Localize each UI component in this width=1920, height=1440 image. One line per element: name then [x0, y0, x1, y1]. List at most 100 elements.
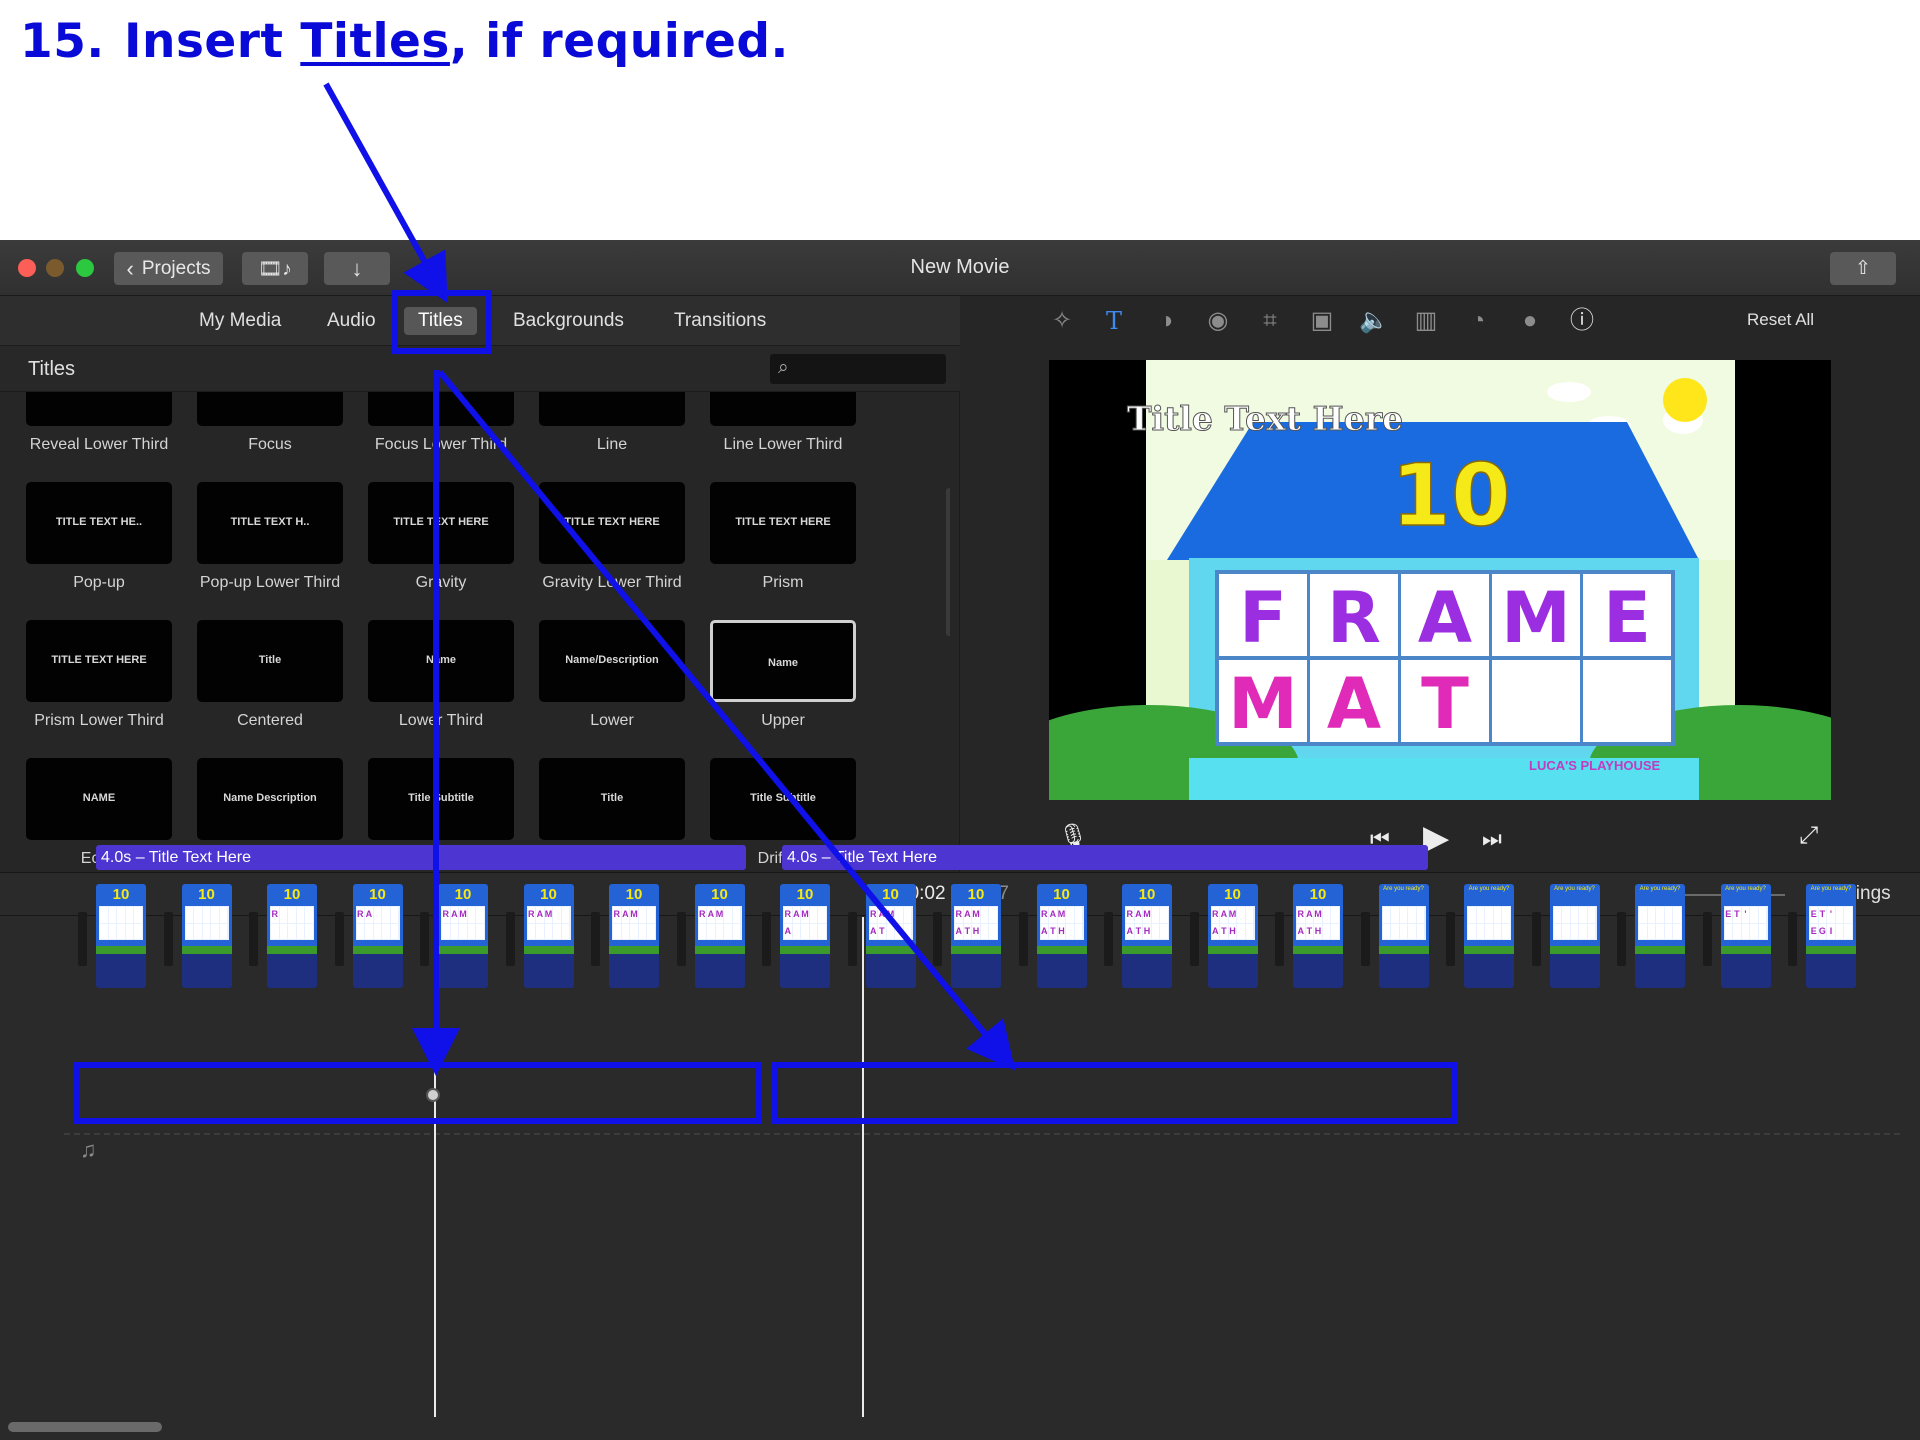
speed-icon[interactable]: ◔: [1461, 306, 1495, 336]
thumbnail-text: Name/Description: [565, 654, 659, 666]
title-style-reveal-lower-third[interactable]: Title Text Here Reveal Lower Third: [26, 392, 172, 454]
timeline-horizontal-scrollbar[interactable]: [8, 1422, 162, 1432]
video-clip[interactable]: 10 R A M: [523, 884, 574, 988]
clip-letter: M: [886, 907, 895, 923]
fullscreen-icon[interactable]: ⤢: [1799, 822, 1818, 850]
title-style-prism-lower-third[interactable]: TITLE TEXT HERE Prism Lower Third: [26, 620, 172, 730]
skip-forward-icon[interactable]: ⏭: [1482, 826, 1502, 852]
grid-scrollbar[interactable]: [946, 488, 950, 636]
clip-letter: [903, 923, 912, 939]
clip-letter: [117, 907, 125, 923]
video-clip[interactable]: Are you ready?: [1464, 884, 1514, 988]
video-clip[interactable]: 10 R A M: [694, 884, 745, 988]
clip-number: Are you ready?: [1383, 886, 1424, 892]
clip-letter: [1673, 907, 1681, 923]
clip-letter: [1382, 923, 1391, 939]
color-balance-icon[interactable]: ◑: [1149, 306, 1183, 336]
video-clip[interactable]: 10 R A M A T H: [1122, 884, 1172, 988]
video-clip[interactable]: 10: [96, 884, 146, 988]
info-icon[interactable]: ⓘ: [1565, 306, 1599, 336]
clip-letter: ': [1741, 907, 1750, 923]
video-clip[interactable]: 10: [181, 884, 232, 988]
clip-letter: H: [1314, 923, 1322, 939]
title-thumbnail: NAME: [26, 758, 172, 840]
color-correction-icon[interactable]: ◉: [1201, 306, 1235, 336]
reset-all-button[interactable]: Reset All: [1747, 310, 1814, 330]
tab-transitions[interactable]: Transitions: [674, 310, 766, 332]
clip-letter: [1835, 923, 1844, 939]
frame-letter: E: [1603, 577, 1651, 659]
search-input[interactable]: ⌕: [770, 354, 946, 384]
video-clip[interactable]: Are you ready? E T ' E G I: [1806, 884, 1856, 988]
title-style-lower-third[interactable]: Name Lower Third: [368, 620, 514, 730]
clip-letter: [1664, 907, 1673, 923]
title-style-pop-up-lower-third[interactable]: TITLE TEXT H.. Pop-up Lower Third: [197, 482, 343, 592]
thumbnail-text: TITLE TEXT H..: [230, 516, 310, 528]
title-style-label: Line: [596, 436, 628, 453]
clip-letter: R: [869, 907, 878, 923]
title-style-pop-up[interactable]: TITLE TEXT HE.. Pop-up: [26, 482, 172, 592]
video-clip[interactable]: 10 R: [267, 884, 317, 988]
title-style-gravity[interactable]: TITLE TEXT HERE Gravity: [368, 482, 514, 592]
imovie-window: ‹ Projects 🎞♪ ↓ New Movie ⇧ My Media Audi…: [0, 240, 1920, 1440]
clip-letter: [553, 907, 561, 923]
clip-letter: [1553, 907, 1562, 923]
title-style-gravity-lower-third[interactable]: TITLE TEXT HERE Gravity Lower Third: [539, 482, 685, 592]
thumbnail-text: Title: [258, 654, 282, 666]
clip-letter-grid: RAMAT: [868, 906, 913, 940]
video-clip[interactable]: 10 R A M: [438, 884, 488, 988]
title-clip-2[interactable]: 4.0s – Title Text Here: [782, 845, 1428, 870]
text-icon[interactable]: T: [1097, 306, 1131, 336]
video-clip[interactable]: 10 R A M A: [780, 884, 830, 988]
video-clip[interactable]: 10 R A M A T H: [1293, 884, 1343, 988]
tab-audio[interactable]: Audio: [327, 310, 376, 332]
playhead[interactable]: [862, 917, 864, 1417]
title-style-prism[interactable]: TITLE TEXT HERE Prism: [710, 482, 856, 592]
clip-letter: [467, 923, 476, 939]
tab-my-media[interactable]: My Media: [199, 310, 281, 332]
title-style-upper[interactable]: Name Upper: [710, 620, 856, 730]
clip-letter: [1647, 907, 1656, 923]
video-clip[interactable]: 10 R A: [352, 884, 403, 988]
title-style-line-lower-third[interactable]: TITLE TEXT HERE Line Lower Third: [710, 392, 856, 454]
clip-letter: [467, 907, 476, 923]
equalizer-icon[interactable]: ▥: [1409, 306, 1443, 336]
clip-letter: [476, 907, 484, 923]
clip-letter: [134, 923, 142, 939]
video-clip[interactable]: 10 R A M A T: [865, 884, 916, 988]
clip-letter: R: [784, 907, 792, 923]
clip-transition-gap: [1360, 912, 1370, 966]
title-style-lower[interactable]: Name/Description Lower: [539, 620, 685, 730]
video-clip[interactable]: 10 R A M A T H: [1207, 884, 1258, 988]
share-button[interactable]: ⇧: [1830, 252, 1896, 285]
title-style-focus[interactable]: Focus: [197, 392, 343, 454]
clip-ground: [438, 946, 488, 954]
clip-letter: [194, 923, 202, 939]
video-clip[interactable]: 10 R A M A T H: [1036, 884, 1087, 988]
video-clip[interactable]: Are you ready? E T ': [1720, 884, 1771, 988]
clip-letter: M: [544, 907, 553, 923]
volume-icon[interactable]: 🔈: [1357, 306, 1391, 336]
video-clip[interactable]: 10 R A M: [609, 884, 659, 988]
clip-letter: [698, 923, 707, 939]
clip-letter: [1553, 923, 1562, 939]
clip-letter: M: [972, 907, 980, 923]
clip-letter: [219, 907, 228, 923]
title-clip-1[interactable]: 4.0s – Title Text Here: [96, 845, 746, 870]
video-clip[interactable]: 10 R A M A T H: [951, 884, 1001, 988]
video-clip[interactable]: Are you ready?: [1378, 884, 1429, 988]
title-style-centered[interactable]: Title Centered: [197, 620, 343, 730]
tab-backgrounds[interactable]: Backgrounds: [513, 310, 624, 332]
stabilization-icon[interactable]: ▣: [1305, 306, 1339, 336]
title-style-focus-lower-third[interactable]: Title Text Here Focus Lower Third: [368, 392, 514, 454]
clip-letter: [1476, 923, 1485, 939]
filter-icon[interactable]: ●: [1513, 306, 1547, 336]
video-clip[interactable]: Are you ready?: [1549, 884, 1600, 988]
title-style-line[interactable]: TITLE TEXT HERE Line: [539, 392, 685, 454]
crop-icon[interactable]: ⌗: [1253, 306, 1287, 336]
video-clip[interactable]: Are you ready?: [1635, 884, 1685, 988]
title-style-label: Line Lower Third: [723, 436, 843, 453]
magic-wand-icon[interactable]: ✧: [1045, 306, 1079, 336]
clip-letter: [1570, 923, 1579, 939]
clip-letter: T: [878, 923, 886, 939]
